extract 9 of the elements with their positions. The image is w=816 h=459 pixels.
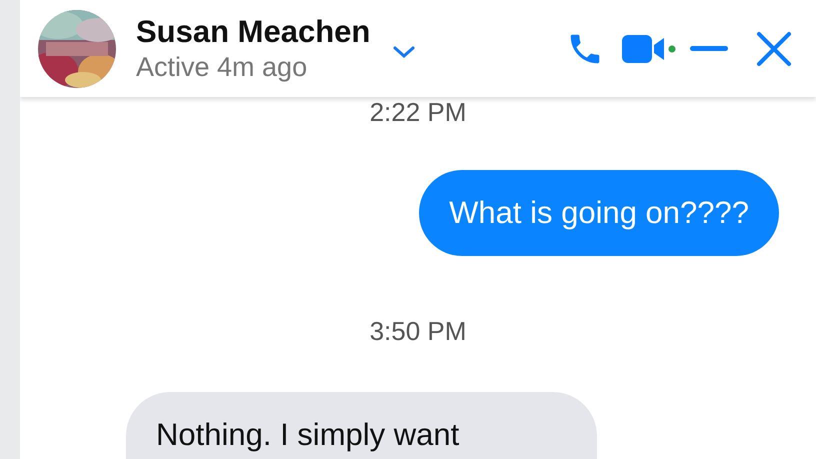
message-timestamp: 3:50 PM xyxy=(370,316,466,346)
received-message: Nothing. I simply want xyxy=(126,392,597,459)
minimize-icon[interactable] xyxy=(690,46,728,52)
active-status: Active 4m ago xyxy=(136,50,308,84)
close-icon[interactable] xyxy=(756,30,792,66)
message-timestamp: 2:22 PM xyxy=(370,97,466,127)
chevron-down-icon[interactable] xyxy=(392,44,416,60)
contact-name: Susan Meachen xyxy=(136,14,370,50)
sent-message: What is going on???? xyxy=(419,170,779,256)
